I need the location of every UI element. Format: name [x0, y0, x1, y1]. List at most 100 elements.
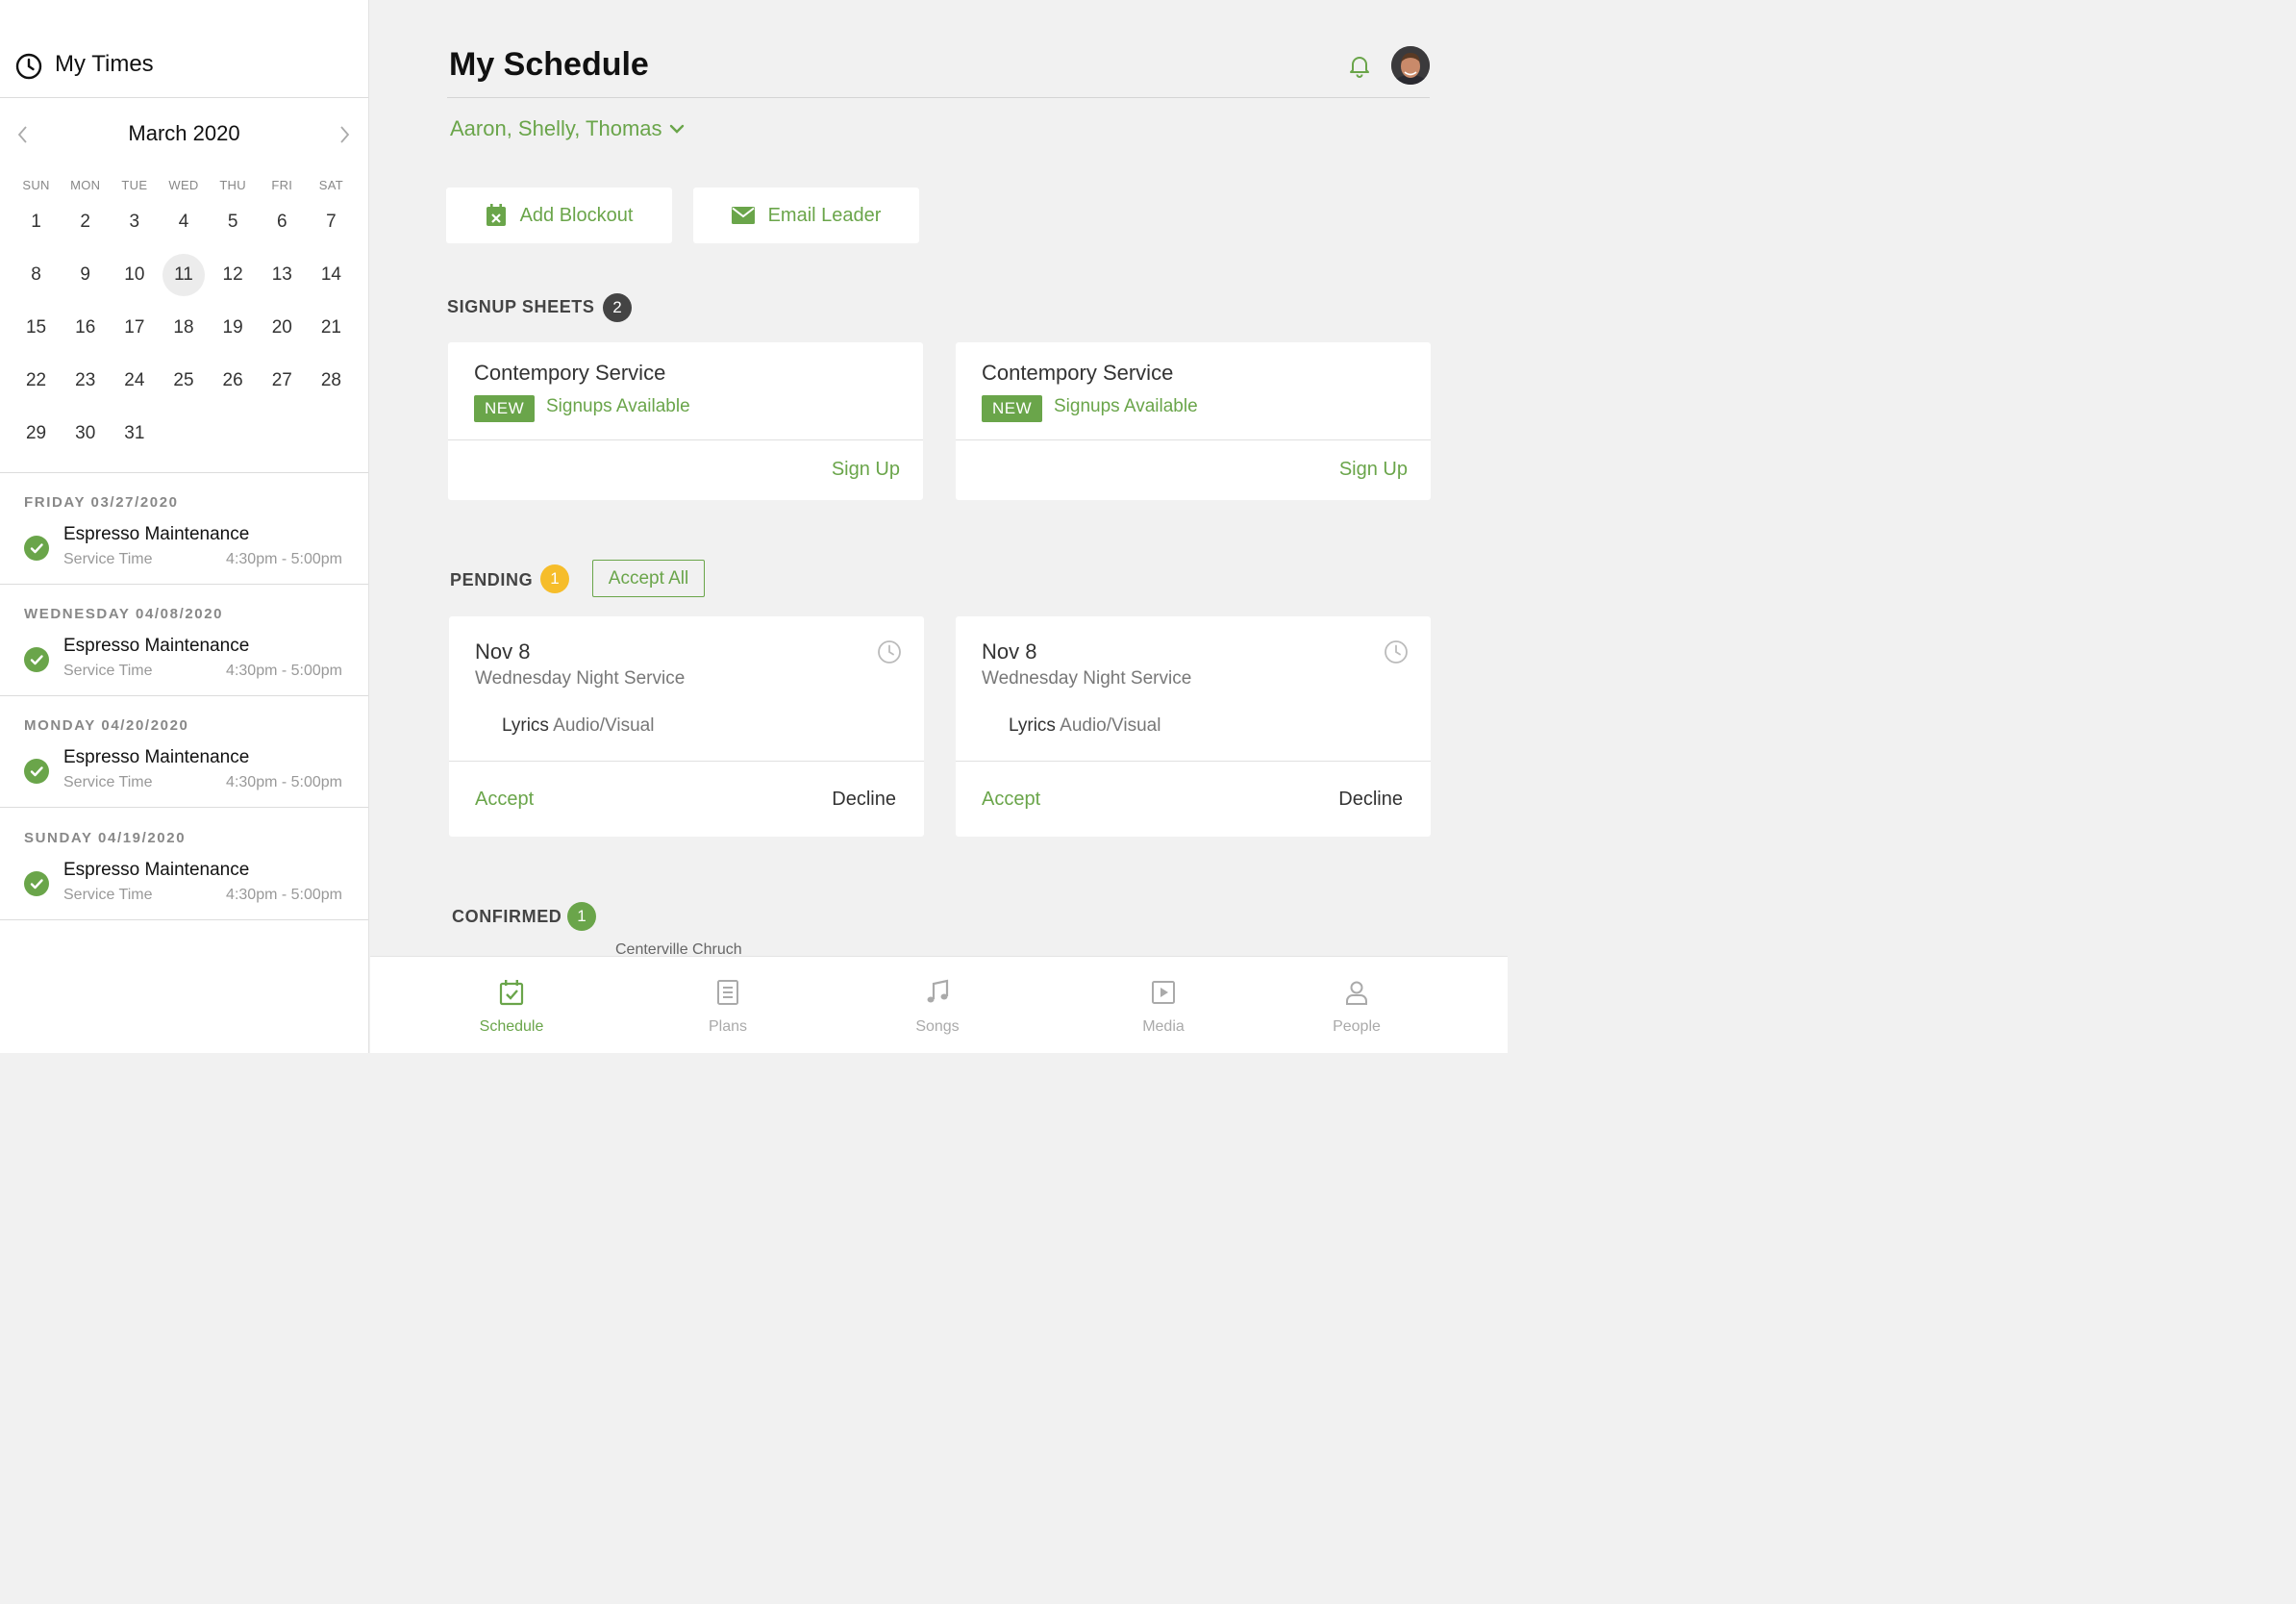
calendar-next-icon[interactable]: [333, 123, 356, 146]
calendar-day[interactable]: 8: [12, 248, 61, 301]
calendar-day[interactable]: 9: [61, 248, 110, 301]
event-name: Espresso Maintenance: [63, 860, 250, 880]
calendar-day[interactable]: 1: [12, 195, 61, 248]
role-position: Audio/Visual: [1060, 715, 1161, 736]
pending-card: Nov 8 Wednesday Night Service Lyrics Aud…: [956, 616, 1431, 837]
event-date: MONDAY 04/20/2020: [24, 717, 189, 734]
signup-status: Signups Available: [1054, 396, 1198, 416]
event-list-item[interactable]: SUNDAY 04/19/2020 Espresso Maintenance Ser…: [0, 809, 368, 920]
calendar-month-label: March 2020: [128, 121, 240, 145]
calendar-day-number: 14: [320, 263, 341, 285]
decline-button[interactable]: Decline: [832, 789, 896, 811]
add-blockout-button[interactable]: Add Blockout: [446, 188, 672, 243]
calendar-day[interactable]: 7: [307, 195, 356, 248]
calendar-day[interactable]: 26: [209, 354, 258, 407]
calendar-day[interactable]: 23: [61, 354, 110, 407]
calendar-day-number: 20: [271, 316, 292, 338]
signup-card: Contempory Service NEW Signups Available…: [956, 342, 1431, 500]
sign-up-button[interactable]: Sign Up: [832, 459, 900, 481]
calendar-day[interactable]: 4: [159, 195, 208, 248]
tab-people[interactable]: People: [1289, 957, 1424, 1054]
calendar-day-number: 24: [124, 369, 145, 390]
decline-button[interactable]: Decline: [1338, 789, 1403, 811]
calendar-day[interactable]: 3: [110, 195, 159, 248]
calendar-day-number: 21: [320, 316, 341, 338]
event-list-item[interactable]: FRIDAY 03/27/2020 Espresso Maintenance Ser…: [0, 473, 368, 585]
calendar-day-number: 13: [271, 263, 292, 285]
notification-bell-icon[interactable]: [1346, 52, 1373, 79]
calendar-day[interactable]: 29: [12, 407, 61, 460]
clock-icon: [1384, 639, 1409, 664]
calendar-day[interactable]: 18: [159, 301, 208, 354]
calendar-day[interactable]: 16: [61, 301, 110, 354]
calendar-day[interactable]: 24: [110, 354, 159, 407]
calendar-day-number: 16: [75, 316, 96, 338]
tab-label: Media: [1142, 1018, 1185, 1035]
pending-card-service: Wednesday Night Service: [475, 668, 686, 689]
calendar-weekday-label: FRI: [271, 178, 293, 192]
check-circle-icon: [24, 871, 49, 896]
tab-label: Songs: [915, 1018, 960, 1035]
event-list-item[interactable]: MONDAY 04/20/2020 Espresso Maintenance Ser…: [0, 696, 368, 808]
calendar-day[interactable]: 10: [110, 248, 159, 301]
calendar-day[interactable]: 27: [258, 354, 307, 407]
sign-up-button[interactable]: Sign Up: [1339, 459, 1408, 481]
signup-card: Contempory Service NEW Signups Available…: [448, 342, 923, 500]
people-filter-dropdown[interactable]: Aaron, Shelly, Thomas: [450, 116, 686, 141]
calendar-weekday-label: SUN: [22, 178, 50, 192]
pending-card-date: Nov 8: [982, 639, 1037, 664]
accept-button[interactable]: Accept: [982, 789, 1040, 811]
calendar-day[interactable]: 15: [12, 301, 61, 354]
calendar-day-number: 5: [227, 211, 238, 232]
event-subtitle: Service Time: [63, 774, 153, 790]
calendar-day[interactable]: 14: [307, 248, 356, 301]
pending-count-badge: 1: [540, 564, 569, 593]
calendar-day[interactable]: 19: [209, 301, 258, 354]
tab-plans[interactable]: Plans: [661, 957, 795, 1054]
calendar-day[interactable]: 21: [307, 301, 356, 354]
tab-songs[interactable]: Songs: [870, 957, 1005, 1054]
check-circle-icon: [24, 759, 49, 784]
new-badge: NEW: [982, 395, 1043, 422]
event-name: Espresso Maintenance: [63, 524, 250, 544]
role-team: Lyrics: [502, 715, 549, 736]
accept-all-button[interactable]: Accept All: [592, 560, 705, 597]
calendar-day[interactable]: 6: [258, 195, 307, 248]
calendar-day[interactable]: 31: [110, 407, 159, 460]
play-square-icon: [1149, 957, 1178, 1007]
calendar-day[interactable]: 17: [110, 301, 159, 354]
calendar-day-number: 26: [222, 369, 243, 390]
calendar-day[interactable]: 12: [209, 248, 258, 301]
event-list-item[interactable]: WEDNESDAY 04/08/2020 Espresso Maintenance…: [0, 585, 368, 696]
calendar-day[interactable]: 2: [61, 195, 110, 248]
tab-schedule[interactable]: Schedule: [444, 957, 579, 1054]
event-name: Espresso Maintenance: [63, 636, 250, 656]
calendar-day[interactable]: 22: [12, 354, 61, 407]
role-position: Audio/Visual: [553, 715, 655, 736]
signup-sheets-count-badge: 2: [603, 293, 632, 322]
calendar-day[interactable]: 11: [159, 248, 208, 301]
signup-sheets-heading: SIGNUP SHEETS: [447, 297, 595, 316]
event-date: SUNDAY 04/19/2020: [24, 830, 187, 846]
event-date: WEDNESDAY 04/08/2020: [24, 606, 224, 622]
pending-heading: PENDING: [450, 570, 534, 589]
tab-media[interactable]: Media: [1096, 957, 1231, 1054]
calendar-check-icon: [497, 957, 526, 1007]
email-leader-button[interactable]: Email Leader: [693, 188, 919, 243]
chevron-down-icon: [668, 120, 686, 138]
clock-icon: [877, 639, 902, 664]
calendar-day[interactable]: 13: [258, 248, 307, 301]
new-badge: NEW: [474, 395, 536, 422]
calendar-day[interactable]: 5: [209, 195, 258, 248]
check-circle-icon: [24, 647, 49, 672]
calendar-day[interactable]: 20: [258, 301, 307, 354]
card-divider: [448, 439, 923, 440]
calendar-day[interactable]: 25: [159, 354, 208, 407]
calendar-weekday-label: TUE: [121, 178, 148, 192]
accept-button[interactable]: Accept: [475, 789, 534, 811]
calendar-day[interactable]: 30: [61, 407, 110, 460]
tab-label: Schedule: [479, 1018, 544, 1035]
calendar-day[interactable]: 28: [307, 354, 356, 407]
event-name: Espresso Maintenance: [63, 747, 250, 767]
avatar[interactable]: [1391, 46, 1430, 85]
